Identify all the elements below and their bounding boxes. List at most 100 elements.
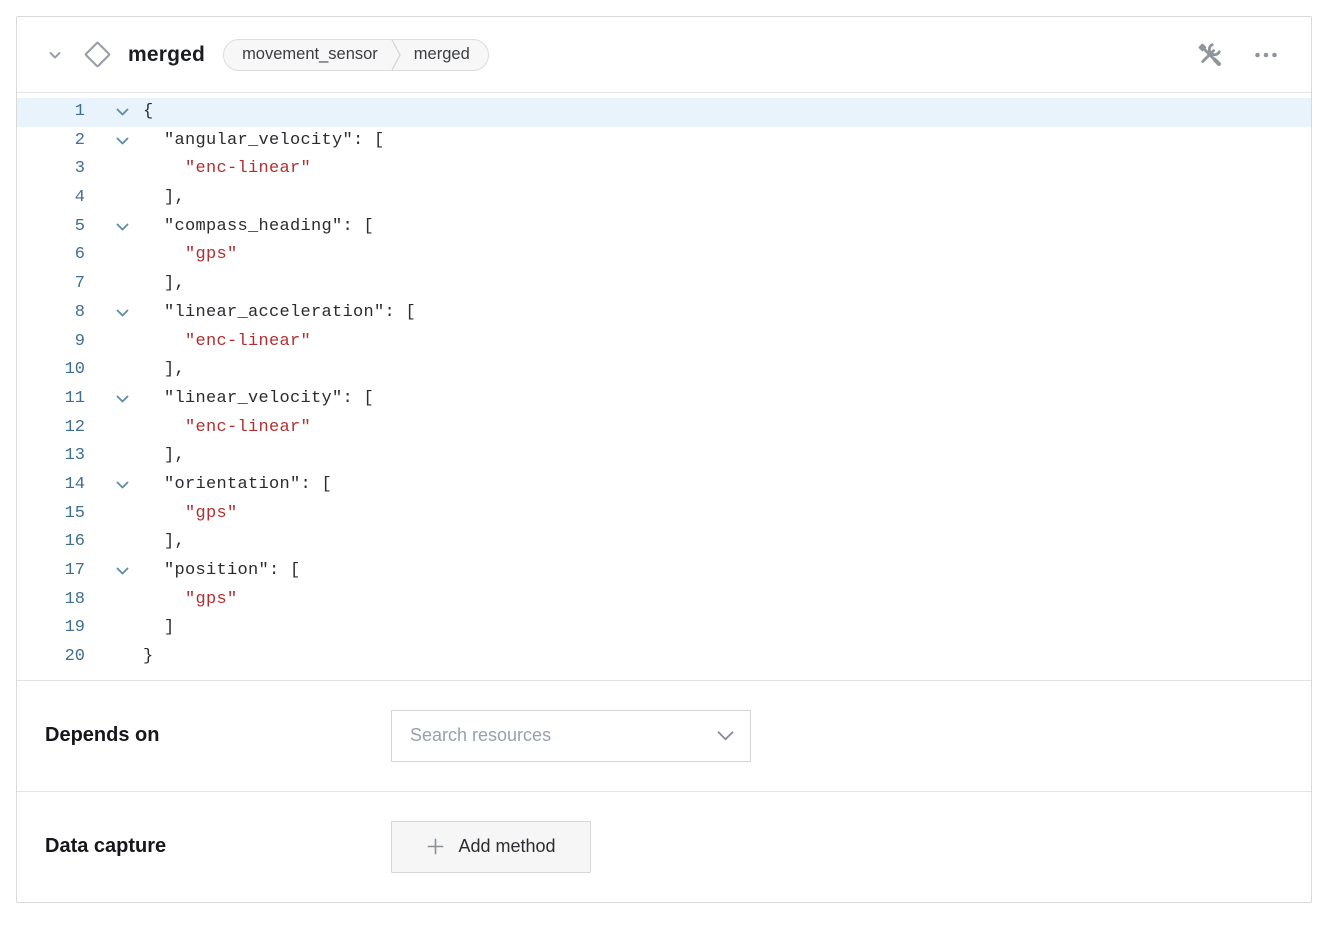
code-line[interactable]: 11 "linear_velocity": [: [17, 385, 1311, 414]
breadcrumb-segment-name[interactable]: merged: [402, 40, 488, 70]
chevron-down-icon: [45, 45, 65, 65]
breadcrumb-segment-type[interactable]: movement_sensor: [224, 40, 390, 70]
breadcrumb-separator-icon: [390, 40, 402, 70]
depends-on-section: Depends on: [17, 681, 1311, 792]
ellipsis-icon: [1253, 42, 1279, 68]
fold-gutter-spacer: [85, 442, 143, 471]
code-editor-lines: 1{2 "angular_velocity": [3 "enc-linear"4…: [17, 98, 1311, 672]
code-line-text: "enc-linear": [143, 414, 311, 443]
fold-gutter-spacer: [85, 270, 143, 299]
line-number: 11: [17, 385, 85, 414]
fold-chevron-icon[interactable]: [85, 471, 143, 500]
code-line[interactable]: 17 "position": [: [17, 557, 1311, 586]
code-line-text: }: [143, 643, 154, 672]
line-number: 6: [17, 241, 85, 270]
fold-gutter-spacer: [85, 500, 143, 529]
tools-icon: [1196, 41, 1223, 68]
code-line[interactable]: 16 ],: [17, 528, 1311, 557]
depends-on-select: [391, 710, 751, 762]
fold-gutter-spacer: [85, 614, 143, 643]
fold-gutter-spacer: [85, 241, 143, 270]
line-number: 20: [17, 643, 85, 672]
more-menu-button[interactable]: [1251, 40, 1281, 70]
fold-gutter-spacer: [85, 356, 143, 385]
line-number: 12: [17, 414, 85, 443]
code-line[interactable]: 5 "compass_heading": [: [17, 213, 1311, 242]
plus-icon: [426, 837, 445, 856]
code-line[interactable]: 15 "gps": [17, 500, 1311, 529]
fold-gutter-spacer: [85, 328, 143, 357]
code-line-text: {: [143, 98, 154, 127]
line-number: 8: [17, 299, 85, 328]
component-header: merged movement_sensor merged: [17, 17, 1311, 93]
line-number: 19: [17, 614, 85, 643]
line-number: 18: [17, 586, 85, 615]
code-line[interactable]: 20}: [17, 643, 1311, 672]
line-number: 5: [17, 213, 85, 242]
component-title: merged: [128, 43, 205, 67]
depends-on-label: Depends on: [45, 724, 391, 747]
line-number: 17: [17, 557, 85, 586]
code-line[interactable]: 4 ],: [17, 184, 1311, 213]
line-number: 10: [17, 356, 85, 385]
breadcrumb: movement_sensor merged: [223, 39, 489, 71]
code-line-text: ],: [143, 184, 185, 213]
fold-gutter-spacer: [85, 414, 143, 443]
code-line-text: "gps": [143, 241, 238, 270]
line-number: 16: [17, 528, 85, 557]
add-method-label: Add method: [458, 836, 555, 857]
fold-chevron-icon[interactable]: [85, 557, 143, 586]
code-line-text: "gps": [143, 500, 238, 529]
fold-chevron-icon[interactable]: [85, 98, 143, 127]
line-number: 2: [17, 127, 85, 156]
fold-gutter-spacer: [85, 528, 143, 557]
fold-gutter-spacer: [85, 643, 143, 672]
fold-chevron-icon[interactable]: [85, 213, 143, 242]
code-line[interactable]: 9 "enc-linear": [17, 328, 1311, 357]
code-line[interactable]: 3 "enc-linear": [17, 155, 1311, 184]
add-method-button[interactable]: Add method: [391, 821, 591, 873]
line-number: 7: [17, 270, 85, 299]
code-line-text: "gps": [143, 586, 238, 615]
code-line-text: "angular_velocity": [: [143, 127, 385, 156]
code-line-text: ],: [143, 270, 185, 299]
collapse-button[interactable]: [43, 43, 67, 67]
line-number: 1: [17, 98, 85, 127]
code-line[interactable]: 7 ],: [17, 270, 1311, 299]
fold-chevron-icon[interactable]: [85, 385, 143, 414]
code-line-text: "position": [: [143, 557, 301, 586]
line-number: 14: [17, 471, 85, 500]
line-number: 3: [17, 155, 85, 184]
code-line[interactable]: 12 "enc-linear": [17, 414, 1311, 443]
code-line-text: ]: [143, 614, 175, 643]
line-number: 15: [17, 500, 85, 529]
search-resources-input[interactable]: [391, 710, 751, 762]
data-capture-label: Data capture: [45, 835, 391, 858]
code-line-text: "linear_velocity": [: [143, 385, 374, 414]
code-line-text: "linear_acceleration": [: [143, 299, 416, 328]
diamond-icon: [82, 39, 113, 70]
fold-gutter-spacer: [85, 586, 143, 615]
code-line-text: "compass_heading": [: [143, 213, 374, 242]
fold-chevron-icon[interactable]: [85, 127, 143, 156]
code-line[interactable]: 2 "angular_velocity": [: [17, 127, 1311, 156]
fold-chevron-icon[interactable]: [85, 299, 143, 328]
line-number: 9: [17, 328, 85, 357]
code-line[interactable]: 1{: [17, 98, 1311, 127]
fold-gutter-spacer: [85, 184, 143, 213]
code-editor[interactable]: 1{2 "angular_velocity": [3 "enc-linear"4…: [17, 93, 1311, 681]
code-line[interactable]: 13 ],: [17, 442, 1311, 471]
code-line-text: "enc-linear": [143, 155, 311, 184]
code-line[interactable]: 10 ],: [17, 356, 1311, 385]
code-line[interactable]: 8 "linear_acceleration": [: [17, 299, 1311, 328]
fold-gutter-spacer: [85, 155, 143, 184]
line-number: 13: [17, 442, 85, 471]
code-line[interactable]: 19 ]: [17, 614, 1311, 643]
code-line-text: "orientation": [: [143, 471, 332, 500]
code-line[interactable]: 14 "orientation": [: [17, 471, 1311, 500]
code-line-text: "enc-linear": [143, 328, 311, 357]
code-line[interactable]: 18 "gps": [17, 586, 1311, 615]
code-line[interactable]: 6 "gps": [17, 241, 1311, 270]
data-capture-section: Data capture Add method: [17, 792, 1311, 902]
tools-button[interactable]: [1194, 39, 1225, 70]
